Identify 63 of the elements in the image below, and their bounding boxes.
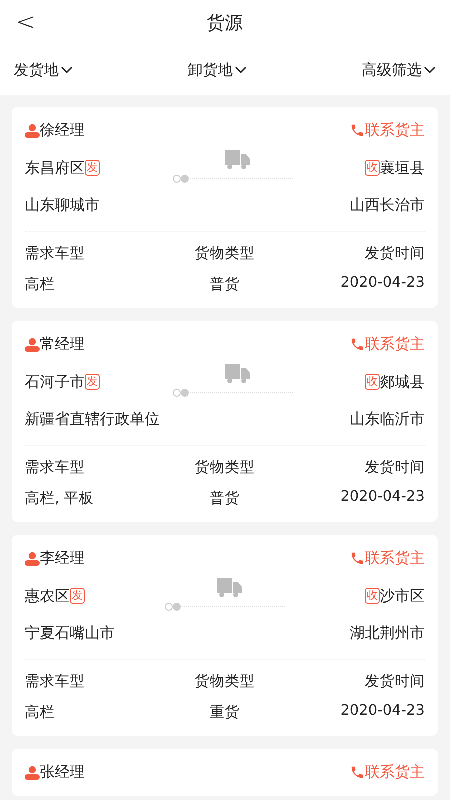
contact-name: 李经理 xyxy=(40,549,85,568)
phone-icon xyxy=(350,123,365,138)
page-title: 货源 xyxy=(207,12,243,34)
info-value: 重货 xyxy=(208,704,241,722)
destination-tag: 收 xyxy=(365,374,380,390)
info-label: 需求车型 xyxy=(25,459,86,477)
info-label: 发货时间 xyxy=(364,459,425,477)
info-label: 货物类型 xyxy=(194,673,256,691)
destination-city: 山西长治市 xyxy=(350,196,425,215)
origin-district: 石河子市 xyxy=(25,372,85,392)
contact-name: 张经理 xyxy=(40,763,85,782)
truck-icon xyxy=(224,364,250,384)
cargo-card[interactable]: 常经理 联系货主 石河子市 发 收 郯城县 新疆省直辖行政单位 山东临沂市 需求车型 货物类型 发货时间 高栏, 平板 普货 2020-04-23 xyxy=(12,321,438,522)
person-icon xyxy=(25,552,40,566)
destination-tag: 收 xyxy=(365,160,380,176)
caret-icon xyxy=(61,66,73,74)
caret-icon xyxy=(235,66,247,74)
back-button[interactable]: < xyxy=(10,6,42,38)
origin-city: 山东聊城市 xyxy=(25,196,100,215)
contact-name: 徐经理 xyxy=(40,121,85,140)
info-value: 高栏 xyxy=(25,704,56,722)
origin-district: 东昌府区 xyxy=(25,158,85,178)
phone-icon xyxy=(350,337,365,352)
person-icon xyxy=(25,338,40,352)
info-value: 2020-04-23 xyxy=(340,489,425,507)
phone-icon xyxy=(350,551,365,566)
person-icon xyxy=(25,766,40,780)
origin-city: 新疆省直辖行政单位 xyxy=(25,410,160,429)
destination-tag: 收 xyxy=(365,588,380,604)
info-value: 高栏, 平板 xyxy=(25,490,96,508)
cargo-card[interactable]: 李经理 联系货主 惠农区 发 收 沙市区 宁夏石嘴山市 湖北荆州市 需求车型 货物类型 发货时间 高栏 重货 2020-04-23 xyxy=(12,535,438,736)
origin-tag: 发 xyxy=(70,588,85,604)
filter-dropdown[interactable]: 发货地 xyxy=(14,60,73,80)
truck-icon xyxy=(217,578,242,598)
info-value: 普货 xyxy=(208,276,241,294)
filter-dropdown[interactable]: 高级筛选 xyxy=(362,60,436,80)
person-icon xyxy=(25,124,40,138)
origin-district: 惠农区 xyxy=(25,586,70,606)
info-label: 货物类型 xyxy=(194,245,256,263)
destination-district: 襄垣县 xyxy=(380,158,425,178)
info-label: 需求车型 xyxy=(25,673,86,691)
info-value: 高栏 xyxy=(25,276,56,294)
info-label: 发货时间 xyxy=(364,245,425,263)
info-value: 2020-04-23 xyxy=(340,275,425,293)
filter-dropdown[interactable]: 卸货地 xyxy=(188,60,247,80)
cargo-card[interactable]: 徐经理 联系货主 东昌府区 发 收 襄垣县 山东聊城市 山西长治市 需求车型 货物类型 发货时间 高栏 普货 2020-04-23 xyxy=(12,107,438,308)
contact-name: 常经理 xyxy=(40,335,85,354)
destination-district: 郯城县 xyxy=(380,372,425,392)
info-label: 发货时间 xyxy=(364,673,425,691)
origin-tag: 发 xyxy=(85,374,100,390)
destination-district: 沙市区 xyxy=(380,586,425,606)
destination-city: 山东临沂市 xyxy=(350,410,425,429)
phone-icon xyxy=(350,765,365,780)
info-value: 2020-04-23 xyxy=(340,703,425,721)
info-label: 需求车型 xyxy=(25,245,86,263)
origin-tag: 发 xyxy=(85,160,100,176)
caret-icon xyxy=(424,66,436,74)
cargo-card[interactable]: 张经理 联系货主 xyxy=(12,749,438,796)
origin-city: 宁夏石嘴山市 xyxy=(25,624,115,643)
info-label: 货物类型 xyxy=(194,459,256,477)
info-value: 普货 xyxy=(208,490,241,508)
truck-icon xyxy=(224,150,250,170)
destination-city: 湖北荆州市 xyxy=(350,624,425,643)
